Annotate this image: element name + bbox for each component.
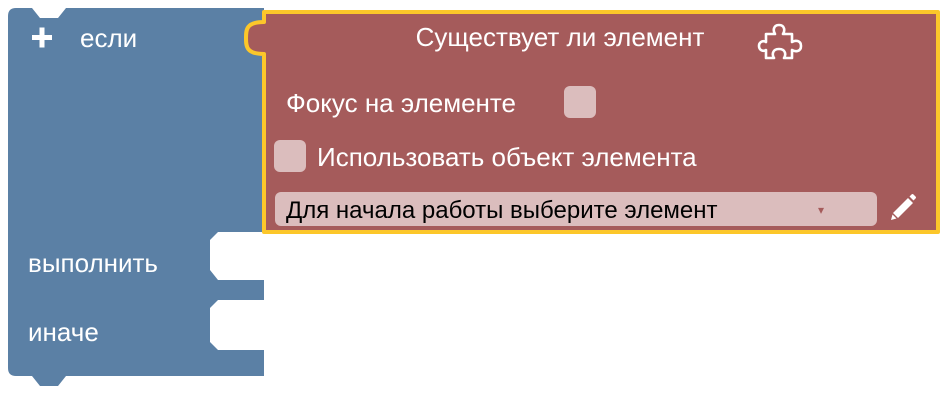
if-label: если <box>80 23 137 53</box>
do-label: выполнить <box>28 248 158 278</box>
add-condition-button[interactable] <box>28 24 56 52</box>
element-dropdown[interactable]: Для начала работы выберите элемент ▾ <box>275 192 877 226</box>
focus-checkbox[interactable] <box>564 86 596 118</box>
chevron-down-icon: ▾ <box>818 203 824 217</box>
focus-label: Фокус на элементе <box>286 88 516 118</box>
use-object-label: Использовать объект элемента <box>317 142 697 172</box>
else-label: иначе <box>28 317 99 347</box>
block-title: Существует ли элемент <box>416 22 705 52</box>
element-exists-block[interactable]: Существует ли элемент Фокус на элементе … <box>244 10 940 234</box>
edit-element-button[interactable] <box>886 194 918 226</box>
if-else-block[interactable]: если выполнить иначе <box>8 8 264 386</box>
use-object-checkbox[interactable] <box>274 140 306 172</box>
workspace-canvas[interactable]: если выполнить иначе Существует ли элеме… <box>0 0 951 400</box>
element-dropdown-value: Для начала работы выберите элемент <box>286 197 718 224</box>
